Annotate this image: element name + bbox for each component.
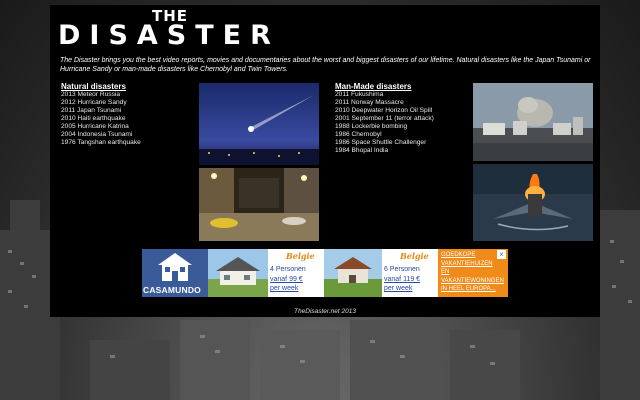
ad-offer1-persons: 4 Personen	[270, 266, 306, 273]
ad-close-icon[interactable]: ×	[497, 250, 506, 259]
list-item[interactable]: 2005 Hurricane Katrina	[61, 123, 141, 131]
list-item[interactable]: 2012 Hurricane Sandy	[61, 99, 141, 107]
logo-disaster[interactable]: DISASTER	[58, 22, 280, 50]
ad-offer1-period: per week	[270, 285, 299, 292]
list-item[interactable]: 2011 Norway Massacre	[335, 99, 434, 107]
ad-brand-name: CASAMUNDO	[143, 285, 201, 295]
ad-brand-block[interactable]: CASAMUNDO	[142, 249, 208, 297]
list-item[interactable]: 2001 September 11 (terror attack)	[335, 115, 434, 123]
list-item[interactable]: 2011 Fukushima	[335, 91, 434, 99]
ad-offer1-text[interactable]: Belgie 4 Personen vanaf 99 € per week	[268, 249, 324, 297]
ad-offer2-country: Belgie	[400, 251, 429, 261]
ad-offer1-country: Belgie	[286, 251, 315, 261]
list-item[interactable]: 2004 Indonesia Tsunami	[61, 131, 141, 139]
deepwater-horizon-photo[interactable]	[473, 164, 593, 241]
list-item[interactable]: 1988 Lockerbie bombing	[335, 123, 434, 131]
ad-offer2-period: per week	[384, 285, 413, 292]
list-item[interactable]: 2010 Deepwater Horizon Oil Spill	[335, 107, 434, 115]
main-panel: THE DISASTER The Disaster brings you the…	[50, 5, 600, 317]
natural-disasters-list: 2013 Meteor Russia 2012 Hurricane Sandy …	[61, 91, 141, 147]
meteor-photo[interactable]	[199, 83, 319, 165]
manmade-disasters-list: 2011 Fukushima 2011 Norway Massacre 2010…	[335, 91, 434, 155]
ad-banner[interactable]: CASAMUNDO Belgie 4 Personen vanaf 99 € p…	[142, 249, 508, 297]
ad-offer1-photo[interactable]	[208, 249, 268, 297]
list-item[interactable]: 1986 Space Shuttle Challenger	[335, 139, 434, 147]
ad-promo-block[interactable]: Goedkope Vakantiehuizen en Vakantiewonin…	[438, 249, 508, 297]
list-item[interactable]: 2013 Meteor Russia	[61, 91, 141, 99]
list-item[interactable]: 2010 Haiti earthquake	[61, 115, 141, 123]
natural-disasters-title[interactable]: Natural disasters	[61, 82, 126, 91]
list-item[interactable]: 2011 Japan Tsunami	[61, 107, 141, 115]
ad-offer2-price: vanaf 119 €	[384, 276, 421, 283]
ad-offer2-persons: 6 Personen	[384, 266, 420, 273]
fukushima-photo[interactable]	[473, 83, 593, 161]
flood-photo[interactable]	[199, 168, 319, 241]
manmade-disasters-title[interactable]: Man-Made disasters	[335, 82, 411, 91]
ad-promo-text: Goedkope Vakantiehuizen en Vakantiewonin…	[441, 252, 504, 292]
footer-text: TheDisaster.net 2013	[294, 308, 356, 315]
list-item[interactable]: 1984 Bhopal India	[335, 147, 434, 155]
list-item[interactable]: 1976 Tangshan earthquake	[61, 139, 141, 147]
list-item[interactable]: 1986 Chernobyl	[335, 131, 434, 139]
ad-offer2-photo[interactable]	[324, 249, 382, 297]
ad-offer2-text[interactable]: Belgie 6 Personen vanaf 119 € per week	[382, 249, 438, 297]
ad-offer1-price: vanaf 99 €	[270, 276, 303, 283]
intro-text: The Disaster brings you the best video r…	[60, 57, 591, 73]
